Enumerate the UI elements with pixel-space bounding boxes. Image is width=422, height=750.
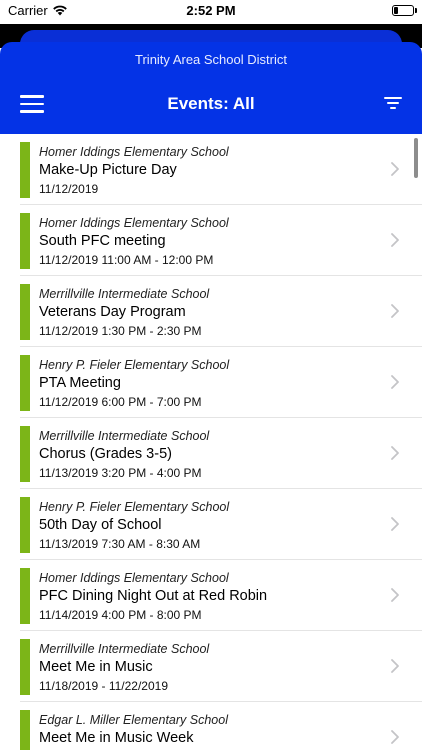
event-row[interactable]: Merrillville Intermediate School Chorus (… [0,418,422,489]
battery-icon [392,5,414,16]
event-row[interactable]: Henry P. Fieler Elementary School PTA Mee… [0,347,422,418]
event-row[interactable]: Henry P. Fieler Elementary School 50th Da… [0,489,422,560]
event-color-bar [20,355,30,411]
scroll-indicator[interactable] [414,138,418,178]
event-date: 11/13/2019 7:30 AM - 8:30 AM [39,537,201,551]
event-color-bar [20,710,30,750]
battery-level [394,7,398,14]
page-title: Events: All [167,94,255,113]
app-header: Trinity Area School District Events: All [0,42,422,134]
event-title: PFC Dining Night Out at Red Robin [39,588,268,604]
event-color-bar [20,284,30,340]
event-date: 11/12/2019 1:30 PM - 2:30 PM [39,324,202,338]
chevron-right-icon [391,446,399,460]
event-color-bar [20,568,30,624]
chevron-right-icon [391,304,399,318]
event-date: 11/18/2019 - 11/22/2019 [39,679,168,693]
event-title: 50th Day of School [39,517,162,533]
event-title: Meet Me in Music Week [39,730,194,746]
event-color-bar [20,213,30,269]
event-color-bar [20,142,30,198]
event-school: Edgar L. Miller Elementary School [39,713,228,727]
chevron-right-icon [391,588,399,602]
event-date: 11/12/2019 11:00 AM - 12:00 PM [39,253,214,267]
event-school: Homer Iddings Elementary School [39,571,229,585]
event-school: Merrillville Intermediate School [39,429,210,443]
event-row[interactable]: Homer Iddings Elementary School Make-Up P… [0,134,422,205]
event-row[interactable]: Edgar L. Miller Elementary School Meet Me… [0,702,422,750]
event-title: PTA Meeting [39,375,121,391]
event-school: Henry P. Fieler Elementary School [39,358,230,372]
event-row[interactable]: Merrillville Intermediate School Meet Me … [0,631,422,702]
event-title: Chorus (Grades 3-5) [39,446,172,462]
status-bar: Carrier 2:52 PM [0,0,422,24]
chevron-right-icon [391,730,399,744]
battery-tip [415,8,417,13]
event-title: Veterans Day Program [39,304,186,320]
event-color-bar [20,639,30,695]
event-title: Meet Me in Music [39,659,153,675]
event-school: Merrillville Intermediate School [39,642,210,656]
event-school: Homer Iddings Elementary School [39,216,229,230]
event-title: Make-Up Picture Day [39,162,177,178]
chevron-right-icon [391,659,399,673]
filter-icon[interactable] [384,97,402,111]
event-row[interactable]: Merrillville Intermediate School Veterans… [0,276,422,347]
chevron-right-icon [391,517,399,531]
event-school: Henry P. Fieler Elementary School [39,500,230,514]
chevron-right-icon [391,233,399,247]
event-color-bar [20,497,30,553]
event-row[interactable]: Homer Iddings Elementary School South PFC… [0,205,422,276]
event-color-bar [20,426,30,482]
status-time: 2:52 PM [186,3,236,18]
event-school: Merrillville Intermediate School [39,287,210,301]
district-name: Trinity Area School District [135,52,287,67]
event-list: Homer Iddings Elementary School Make-Up P… [0,134,422,750]
chevron-right-icon [391,162,399,176]
event-school: Homer Iddings Elementary School [39,145,229,159]
event-date: 11/13/2019 3:20 PM - 4:00 PM [39,466,202,480]
event-date: 11/12/2019 [39,182,99,196]
event-date: 11/14/2019 4:00 PM - 8:00 PM [39,608,202,622]
events-screen: Carrier 2:52 PM Trinity Area School Dist… [0,0,422,750]
event-row[interactable]: Homer Iddings Elementary School PFC Dinin… [0,560,422,631]
chevron-right-icon [391,375,399,389]
event-title: South PFC meeting [39,233,166,249]
event-date: 11/12/2019 6:00 PM - 7:00 PM [39,395,202,409]
